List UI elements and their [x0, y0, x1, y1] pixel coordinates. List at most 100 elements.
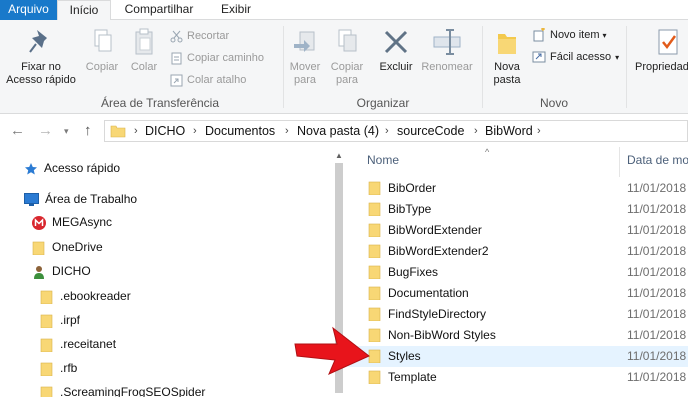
- file-name: Non-BibWord Styles: [388, 328, 496, 342]
- dropdown-arrow-icon: ▾: [602, 31, 607, 40]
- file-row[interactable]: BugFixes 11/01/2018: [348, 262, 688, 283]
- paste-shortcut-button[interactable]: Colar atalho: [170, 71, 246, 89]
- paste-label: Colar: [130, 61, 158, 73]
- scroll-up-arrow-icon[interactable]: ▲: [335, 151, 343, 160]
- cut-button[interactable]: Recortar: [170, 27, 229, 45]
- file-row[interactable]: BibWordExtender 11/01/2018: [348, 220, 688, 241]
- tab-view[interactable]: Exibir: [207, 0, 265, 20]
- copy-path-icon: [171, 52, 182, 65]
- properties-button[interactable]: Propriedades: [633, 26, 688, 74]
- move-to-button[interactable]: Mover para: [286, 26, 324, 87]
- clipboard-icon: [135, 28, 153, 55]
- new-group-label: Novo: [539, 96, 568, 110]
- nav-folder-item[interactable]: .receitanet: [40, 335, 116, 353]
- file-row[interactable]: BibWordExtender2 11/01/2018: [348, 241, 688, 262]
- folder-icon: [40, 338, 53, 352]
- nav-folder-label: .ScreamingFrogSEOSpider: [60, 385, 206, 397]
- copy-to-icon: [338, 29, 357, 52]
- pin-label-1: Fixar no: [21, 61, 61, 73]
- breadcrumb-documentos[interactable]: Documentos: [205, 124, 275, 138]
- tab-file[interactable]: Arquivo: [0, 0, 57, 20]
- forward-arrow-icon[interactable]: →: [38, 122, 53, 139]
- breadcrumb-bibword[interactable]: BibWord: [485, 124, 533, 138]
- file-name: BibOrder: [388, 181, 437, 195]
- file-row[interactable]: Documentation 11/01/2018: [348, 283, 688, 304]
- nav-folder-label: .irpf: [60, 313, 81, 327]
- file-name: BugFixes: [388, 265, 439, 279]
- column-divider[interactable]: [619, 147, 620, 177]
- delete-button[interactable]: Excluir: [376, 26, 416, 74]
- file-row[interactable]: BibOrder 11/01/2018: [348, 178, 688, 199]
- folder-icon: [40, 362, 53, 376]
- folder-icon: [110, 125, 126, 138]
- desktop-icon: [24, 193, 39, 207]
- back-arrow-icon[interactable]: ←: [10, 122, 25, 139]
- column-header-name[interactable]: Nome: [367, 153, 399, 167]
- nav-folder-item[interactable]: .ebookreader: [40, 287, 131, 305]
- pin-icon: [29, 30, 47, 53]
- nav-quick-access[interactable]: Acesso rápido: [24, 159, 120, 177]
- group-divider: [482, 26, 483, 108]
- file-row[interactable]: Template 11/01/2018: [348, 367, 688, 388]
- tab-share[interactable]: Compartilhar: [111, 0, 207, 20]
- nav-onedrive-label: OneDrive: [52, 240, 103, 254]
- file-date: 11/01/2018: [627, 202, 687, 216]
- group-divider: [283, 26, 284, 108]
- nav-folder-item[interactable]: .rfb: [40, 359, 77, 377]
- easy-access-button[interactable]: Fácil acesso ▾: [532, 48, 619, 66]
- new-folder-label-2: pasta: [493, 74, 521, 86]
- copy-label: Copiar: [85, 61, 119, 73]
- group-divider: [626, 26, 627, 108]
- copy-path-button[interactable]: Copiar caminho: [170, 49, 264, 67]
- folder-icon: [368, 286, 381, 300]
- breadcrumb-chevron-icon[interactable]: ›: [474, 125, 478, 137]
- nav-folder-item[interactable]: .ScreamingFrogSEOSpider: [40, 383, 205, 397]
- file-date: 11/01/2018: [627, 349, 687, 363]
- breadcrumb-dicho[interactable]: DICHO: [145, 124, 185, 138]
- clipboard-group-label: Área de Transferência: [100, 96, 220, 110]
- breadcrumb-chevron-icon[interactable]: ›: [134, 125, 138, 137]
- rename-button[interactable]: Renomear: [418, 26, 476, 74]
- breadcrumb-chevron-icon[interactable]: ›: [537, 125, 541, 137]
- paste-shortcut-icon: [170, 74, 183, 87]
- copy-button[interactable]: Copiar: [82, 26, 122, 74]
- new-item-button[interactable]: Novo item ▾: [532, 26, 607, 44]
- breadcrumb-chevron-icon[interactable]: ›: [285, 125, 289, 137]
- new-item-icon: [533, 28, 545, 42]
- breadcrumb-sourcecode[interactable]: sourceCode: [397, 124, 464, 138]
- file-row[interactable]: BibType 11/01/2018: [348, 199, 688, 220]
- file-row[interactable]: Non-BibWord Styles 11/01/2018: [348, 325, 688, 346]
- file-list: ^ Nome Data de mo BibOrder 11/01/2018 Bi…: [348, 147, 688, 397]
- file-date: 11/01/2018: [627, 223, 687, 237]
- breadcrumb-chevron-icon[interactable]: ›: [193, 125, 197, 137]
- up-arrow-icon[interactable]: ↑: [84, 122, 92, 139]
- nav-megasync[interactable]: MEGAsync: [32, 213, 112, 231]
- file-row-selected[interactable]: Styles 11/01/2018: [348, 346, 688, 367]
- folder-icon: [368, 181, 381, 195]
- column-header-date[interactable]: Data de mo: [627, 153, 688, 167]
- address-bar[interactable]: › DICHO › Documentos › Nova pasta (4) › …: [104, 120, 688, 142]
- breadcrumb-nova-pasta[interactable]: Nova pasta (4): [297, 124, 379, 138]
- tab-home[interactable]: Início: [57, 0, 111, 21]
- paste-button[interactable]: Colar: [126, 26, 162, 74]
- folder-icon: [368, 265, 381, 279]
- rename-label: Renomear: [421, 61, 473, 73]
- copy-to-button[interactable]: Copiar para: [328, 26, 366, 87]
- new-folder-button[interactable]: Nova pasta: [488, 26, 526, 87]
- file-name: Template: [388, 370, 437, 384]
- breadcrumb-chevron-icon[interactable]: ›: [385, 125, 389, 137]
- nav-onedrive[interactable]: OneDrive: [32, 238, 103, 256]
- star-icon: [25, 162, 37, 175]
- nav-folder-item[interactable]: .irpf: [40, 311, 80, 329]
- file-date: 11/01/2018: [627, 286, 687, 300]
- scissors-icon: [170, 30, 183, 43]
- nav-desktop[interactable]: Área de Trabalho: [24, 190, 137, 208]
- file-row[interactable]: FindStyleDirectory 11/01/2018: [348, 304, 688, 325]
- nav-user-dicho-label: DICHO: [52, 264, 91, 278]
- nav-user-dicho[interactable]: DICHO: [32, 262, 91, 280]
- recent-locations-chevron-icon[interactable]: ▾: [64, 126, 69, 137]
- nav-megasync-label: MEGAsync: [52, 215, 113, 229]
- pin-quick-access-button[interactable]: Fixar no Acesso rápido: [6, 26, 76, 87]
- folder-icon: [368, 223, 381, 237]
- file-date: 11/01/2018: [627, 181, 687, 195]
